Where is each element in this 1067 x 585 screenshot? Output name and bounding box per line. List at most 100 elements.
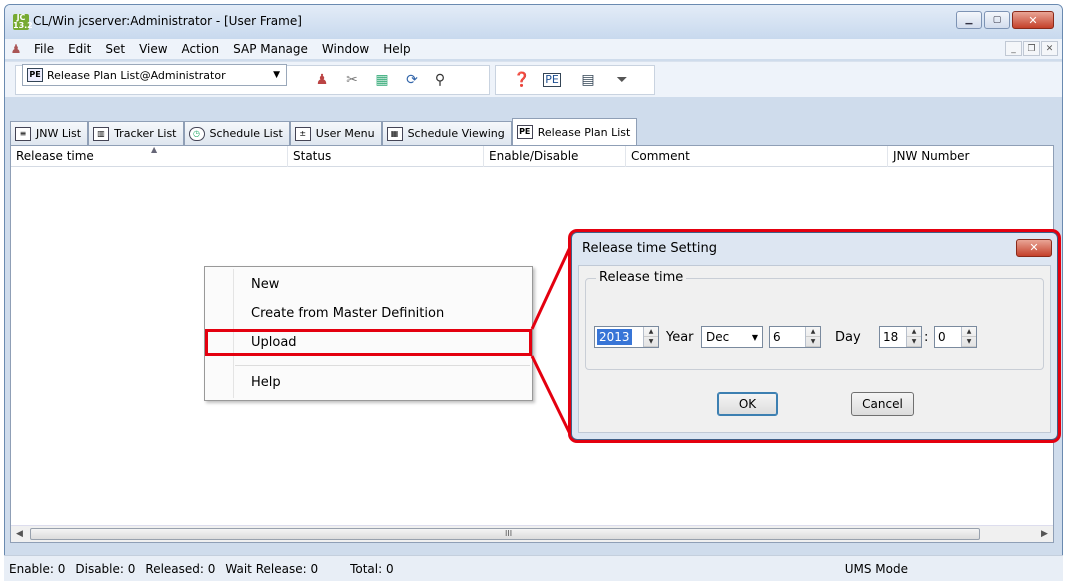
- close-icon: ✕: [1028, 13, 1038, 27]
- spinner-arrows-icon[interactable]: ▲ ▼: [961, 327, 976, 347]
- tab-release-plan-list[interactable]: PE Release Plan List: [511, 118, 638, 145]
- maximize-button[interactable]: ▢: [984, 11, 1010, 29]
- menu-view[interactable]: View: [132, 42, 174, 56]
- close-button[interactable]: ✕: [1012, 11, 1054, 29]
- year-label: Year: [666, 330, 694, 345]
- menu-window[interactable]: Window: [315, 42, 376, 56]
- tab-label: Schedule Viewing: [407, 127, 505, 140]
- mdi-minimize-button[interactable]: _: [1005, 41, 1022, 56]
- schedule-viewing-icon: ▦: [386, 126, 403, 141]
- dialog-close-button[interactable]: ✕: [1016, 239, 1052, 257]
- title-bar[interactable]: JC 13.2 CL/Win jcserver:Administrator - […: [5, 5, 1062, 39]
- help-icon[interactable]: ❓: [512, 71, 532, 89]
- dialog-title: Release time Setting: [582, 241, 717, 256]
- cancel-button[interactable]: Cancel: [851, 392, 914, 416]
- menu-sap-manage[interactable]: SAP Manage: [226, 42, 315, 56]
- menu-set[interactable]: Set: [98, 42, 132, 56]
- status-released: Released: 0: [145, 561, 216, 576]
- window-layout-icon[interactable]: ▦: [372, 71, 392, 89]
- year-spinner[interactable]: 2013 ▲ ▼: [594, 326, 659, 348]
- sort-ascending-icon: ▲: [151, 145, 158, 154]
- column-enable-disable[interactable]: Enable/Disable: [484, 146, 626, 167]
- schedule-list-icon: ◷: [188, 126, 205, 141]
- scroll-right-icon[interactable]: ▶: [1036, 526, 1053, 542]
- window-title: CL/Win jcserver:Administrator - [User Fr…: [33, 14, 302, 28]
- month-value: Dec: [706, 330, 730, 344]
- ok-button[interactable]: OK: [717, 392, 778, 416]
- status-disable: Disable: 0: [75, 561, 136, 576]
- status-bar: Enable: 0 Disable: 0 Released: 0 Wait Re…: [4, 555, 1063, 581]
- upload-highlight: [205, 329, 532, 356]
- menu-item-new[interactable]: New: [251, 277, 279, 292]
- dialog-body: Release time 2013 ▲ ▼ Year Dec ▼ 6 ▲ ▼ Day…: [578, 265, 1051, 433]
- group-label: Release time: [596, 270, 687, 285]
- column-release-time[interactable]: Release time ▲: [11, 146, 288, 167]
- month-select[interactable]: Dec ▼: [701, 326, 763, 348]
- tab-label: User Menu: [315, 127, 375, 140]
- status-total: Total: 0: [350, 561, 394, 576]
- chevron-down-icon[interactable]: ▼: [752, 333, 758, 342]
- menu-action[interactable]: Action: [175, 42, 227, 56]
- tracker-list-icon: ▥: [93, 126, 110, 141]
- spinner-arrows-icon[interactable]: ▲ ▼: [805, 327, 820, 347]
- menu-bar: ♟ File Edit Set View Action SAP Manage W…: [5, 39, 1062, 59]
- menu-item-help[interactable]: Help: [251, 375, 281, 390]
- tab-strip: ≡ JNW List ▥ Tracker List ◷ Schedule Lis…: [10, 118, 638, 145]
- minute-value[interactable]: 0: [935, 330, 961, 344]
- jnw-list-icon: ≡: [15, 126, 31, 141]
- tab-label: Tracker List: [114, 127, 177, 140]
- menu-help[interactable]: Help: [376, 42, 417, 56]
- status-wait-release: Wait Release: 0: [225, 561, 319, 576]
- release-plan-icon: PE: [27, 68, 43, 82]
- mdi-close-button[interactable]: ✕: [1041, 41, 1058, 56]
- job-icon[interactable]: ▤: [578, 71, 598, 89]
- status-enable: Enable: 0: [9, 561, 66, 576]
- spinner-arrows-icon[interactable]: ▲ ▼: [906, 327, 921, 347]
- maximize-icon: ▢: [992, 15, 1002, 25]
- tab-user-menu[interactable]: ± User Menu: [289, 121, 382, 145]
- day-spinner[interactable]: 6 ▲ ▼: [769, 326, 821, 348]
- mdi-restore-button[interactable]: ❐: [1023, 41, 1040, 56]
- column-comment[interactable]: Comment: [626, 146, 888, 167]
- menu-item-create-from-master[interactable]: Create from Master Definition: [251, 306, 444, 321]
- tab-tracker-list[interactable]: ▥ Tracker List: [88, 121, 184, 145]
- tools-icon[interactable]: ✂: [342, 71, 362, 89]
- chevron-down-icon[interactable]: ▼: [273, 70, 280, 80]
- menu-edit[interactable]: Edit: [61, 42, 98, 56]
- status-mode: UMS Mode: [844, 561, 908, 576]
- menu-file[interactable]: File: [27, 42, 61, 56]
- release-time-group: [585, 278, 1044, 370]
- tab-label: JNW List: [36, 127, 82, 140]
- combo-value: Release Plan List@Administrator: [47, 68, 226, 82]
- scrollbar-thumb[interactable]: III: [30, 528, 980, 540]
- day-value[interactable]: 6: [770, 330, 805, 344]
- scroll-grip: III: [505, 529, 513, 538]
- horizontal-scrollbar[interactable]: ◀ III ▶: [11, 525, 1053, 542]
- tab-schedule-viewing[interactable]: ▦ Schedule Viewing: [381, 121, 512, 145]
- frame-select-combo[interactable]: PE Release Plan List@Administrator ▼: [22, 64, 287, 86]
- column-jnw-number[interactable]: JNW Number: [888, 146, 1054, 167]
- spinner-arrows-icon[interactable]: ▲ ▼: [643, 327, 658, 347]
- user-manage-icon[interactable]: ♟: [312, 71, 332, 89]
- release-plan-toolbar-icon[interactable]: PE: [543, 73, 561, 87]
- app-logo-icon[interactable]: JC 13.2: [13, 14, 33, 30]
- hour-spinner[interactable]: 18 ▲ ▼: [879, 326, 922, 348]
- close-icon: ✕: [1029, 241, 1039, 254]
- tab-schedule-list[interactable]: ◷ Schedule List: [183, 121, 290, 145]
- find-icon[interactable]: ⚲: [430, 71, 450, 89]
- release-time-dialog: Release time Setting ✕ Release time 2013…: [571, 232, 1058, 440]
- tab-jnw-list[interactable]: ≡ JNW List: [10, 121, 89, 145]
- day-label: Day: [835, 330, 861, 345]
- year-value[interactable]: 2013: [597, 329, 632, 345]
- tab-label: Release Plan List: [537, 125, 631, 139]
- filter-icon[interactable]: ⏷: [612, 71, 632, 89]
- refresh-icon[interactable]: ⟳: [402, 71, 422, 89]
- minimize-button[interactable]: ▁: [956, 11, 982, 29]
- user-icon[interactable]: ♟: [5, 42, 27, 56]
- column-status[interactable]: Status: [288, 146, 484, 167]
- minute-spinner[interactable]: 0 ▲ ▼: [934, 326, 977, 348]
- minimize-icon: ▁: [965, 15, 973, 25]
- menu-separator: [235, 365, 530, 366]
- scroll-left-icon[interactable]: ◀: [11, 526, 28, 542]
- hour-value[interactable]: 18: [880, 330, 906, 344]
